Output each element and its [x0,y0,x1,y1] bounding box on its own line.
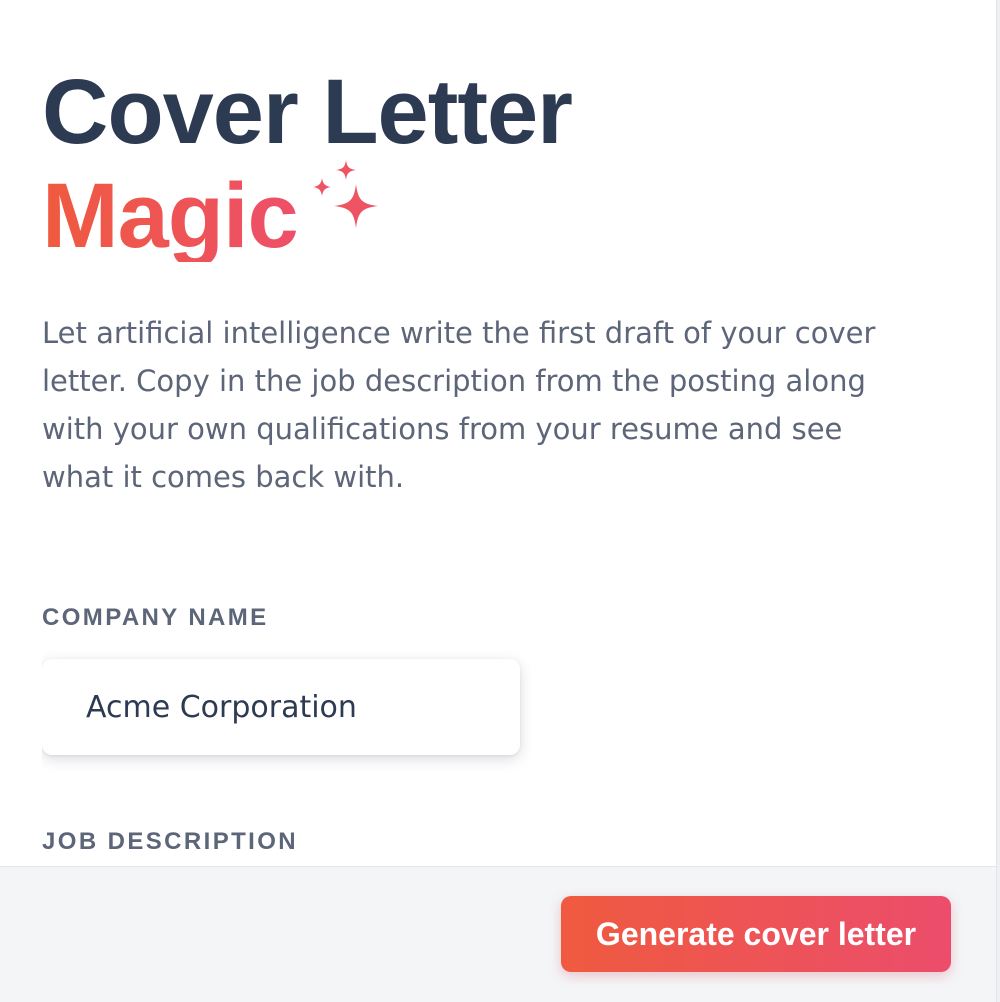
company-name-field[interactable] [42,659,520,755]
sparkles-icon [304,158,390,244]
page-title-accent: Magic [42,160,390,267]
title-magic-word: Magic [42,165,299,267]
generate-cover-letter-button[interactable]: Generate cover letter [561,896,951,972]
company-name-input[interactable] [86,659,506,755]
main-content: Cover Letter Magic Let artificial intell… [42,0,982,866]
intro-text: Let artificial intelligence write the fi… [42,316,876,494]
page-title: Cover Letter [42,61,573,163]
job-description-label: JOB DESCRIPTION [42,828,299,855]
company-name-label: COMPANY NAME [42,604,269,631]
action-footer: Generate cover letter [0,866,996,1002]
scrollbar-track [996,0,1000,1002]
